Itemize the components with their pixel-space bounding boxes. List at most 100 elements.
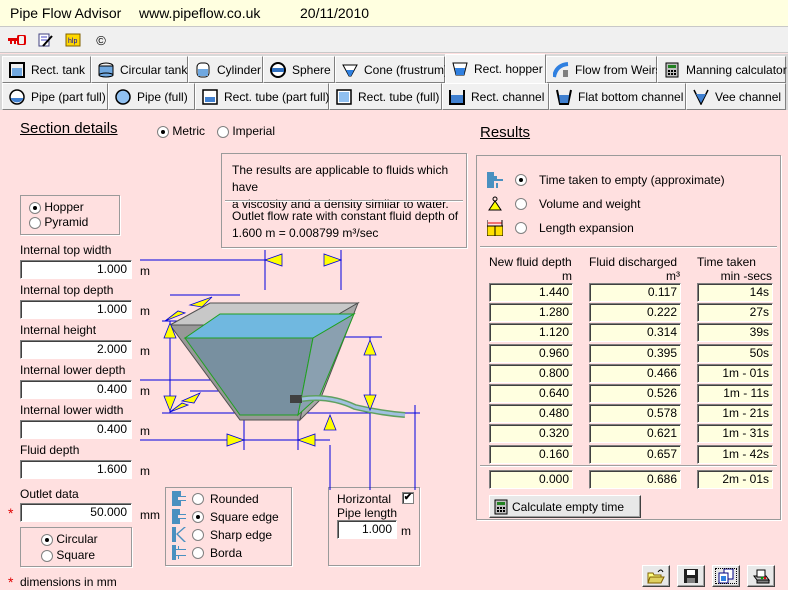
col-header-time-taken: Time taken <box>697 255 756 269</box>
date: 20/11/2010 <box>300 5 370 21</box>
shape-type-group: Hopper Pyramid <box>20 195 120 235</box>
tab-flow-from-weirs[interactable]: Flow from Weirs <box>546 56 661 83</box>
internal-lower-width-input[interactable]: 0.400 <box>20 420 132 439</box>
row-time-taken: 1m - 42s <box>697 444 773 464</box>
mode-volume-weight[interactable]: Volume and weight <box>487 196 640 212</box>
tab-rect-hopper[interactable]: Rect. hopper <box>445 54 546 83</box>
tab-sphere[interactable]: Sphere <box>263 56 335 83</box>
results-title: Results <box>480 124 531 141</box>
pyramid-radio[interactable]: Pyramid <box>29 215 88 229</box>
row-fluid-discharged: 0.395 <box>589 343 681 363</box>
circular-radio-button[interactable] <box>41 533 53 546</box>
circular-tank-icon <box>98 62 114 78</box>
internal-lower-width-label: Internal lower width <box>20 403 124 417</box>
sphere-icon <box>270 61 286 78</box>
outlet-data-label: Outlet data <box>20 487 79 501</box>
tab-vee-channel[interactable]: Vee channel <box>686 83 786 110</box>
footnote-star-icon: * <box>8 574 14 590</box>
borda-option[interactable]: Borda <box>172 545 242 560</box>
row-time-taken: 1m - 31s <box>697 424 773 444</box>
row-fluid-depth: 0.320 <box>489 424 573 444</box>
pipe-length-input[interactable]: 1.000 <box>337 520 397 539</box>
total-fluid-depth: 0.000 <box>489 470 573 489</box>
internal-top-depth-input[interactable]: 1.000 <box>20 300 132 319</box>
tab-cone[interactable]: Cone (frustrum) <box>335 56 448 83</box>
tab-rect-channel[interactable]: Rect. channel <box>442 83 549 110</box>
imperial-radio-button[interactable] <box>217 125 229 138</box>
pyramid-radio-button[interactable] <box>29 216 41 229</box>
hopper-radio-button[interactable] <box>29 201 41 214</box>
shape-tabs: Rect. tank Circular tank Cylinder Sphere… <box>0 54 788 110</box>
imperial-radio[interactable]: Imperial <box>217 124 275 138</box>
tab-manning-calculator[interactable]: Manning calculator <box>657 56 787 83</box>
info-divider <box>225 200 463 202</box>
borda-radio-button[interactable] <box>192 546 204 559</box>
internal-height-label: Internal height <box>20 323 97 337</box>
website[interactable]: www.pipeflow.co.uk <box>139 5 260 21</box>
row-fluid-depth: 0.160 <box>489 444 573 464</box>
tab-cylinder[interactable]: Cylinder <box>188 56 263 83</box>
row-fluid-discharged: 0.578 <box>589 404 681 424</box>
results-divider <box>480 246 777 248</box>
tab-flat-bottom-channel[interactable]: Flat bottom channel <box>549 83 686 110</box>
tab-rect-tube-part-full[interactable]: Rect. tube (part full) <box>195 83 329 110</box>
tab-rect-tank[interactable]: Rect. tank <box>2 56 91 83</box>
required-star-icon: * <box>8 505 14 521</box>
app-name: Pipe Flow Advisor <box>10 5 122 21</box>
col-unit-min-secs: min -secs <box>720 269 772 283</box>
row-fluid-discharged: 0.657 <box>589 444 681 464</box>
length-expansion-radio-button[interactable] <box>515 222 527 234</box>
mode-time-to-empty[interactable]: Time taken to empty (approximate) <box>487 172 725 188</box>
open-button[interactable] <box>642 565 670 587</box>
total-fluid-discharged: 0.686 <box>589 470 681 489</box>
info-line-1: The results are applicable to fluids whi… <box>232 163 449 194</box>
expansion-icon <box>487 220 503 236</box>
time-to-empty-radio-button[interactable] <box>515 174 527 186</box>
sharp-edge-option[interactable]: Sharp edge <box>172 527 272 542</box>
rect-channel-icon <box>449 89 465 105</box>
circular-radio[interactable]: Circular <box>41 532 98 546</box>
hopper-radio[interactable]: Hopper <box>29 200 84 214</box>
help-book-icon[interactable]: hlp <box>64 31 82 49</box>
tab-pipe-full[interactable]: Pipe (full) <box>108 83 195 110</box>
vee-channel-icon <box>693 89 709 106</box>
save-button[interactable] <box>677 565 705 587</box>
metric-radio[interactable]: Metric <box>157 124 205 138</box>
outlet-diameter-input[interactable]: 50.000 <box>20 503 132 522</box>
row-fluid-depth: 0.640 <box>489 384 573 403</box>
rect-tank-icon <box>9 61 25 78</box>
volume-weight-radio-button[interactable] <box>515 198 527 210</box>
square-radio[interactable]: Square <box>41 548 95 562</box>
key-icon[interactable] <box>8 31 26 49</box>
fluid-depth-input[interactable]: 1.600 <box>20 460 132 479</box>
square-edge-option[interactable]: Square edge <box>172 509 279 524</box>
print-icon <box>753 569 770 584</box>
hopper-diagram <box>140 250 420 490</box>
row-fluid-depth: 0.480 <box>489 404 573 424</box>
unit-label: mm <box>140 508 160 522</box>
tab-circular-tank[interactable]: Circular tank <box>91 56 188 83</box>
internal-lower-depth-input[interactable]: 0.400 <box>20 380 132 399</box>
print-button[interactable] <box>747 565 775 587</box>
borda-icon <box>172 545 186 560</box>
metric-radio-button[interactable] <box>157 125 169 138</box>
row-time-taken: 27s <box>697 303 773 323</box>
internal-top-width-input[interactable]: 1.000 <box>20 260 132 279</box>
copyright-icon[interactable]: © <box>92 31 110 49</box>
rect-tube-part-full-icon <box>202 88 218 105</box>
sharp-edge-radio-button[interactable] <box>192 528 204 541</box>
row-fluid-depth: 1.440 <box>489 283 573 302</box>
mode-length-expansion[interactable]: Length expansion <box>487 220 634 236</box>
info-line-3: Outlet flow rate with constant fluid dep… <box>232 209 459 223</box>
row-time-taken: 1m - 11s <box>697 384 773 403</box>
copy-button[interactable] <box>712 565 740 587</box>
row-fluid-discharged: 0.466 <box>589 363 681 383</box>
internal-height-input[interactable]: 2.000 <box>20 340 132 359</box>
outlet-nozzle <box>290 395 302 403</box>
calculate-empty-time-button[interactable]: Calculate empty time <box>489 495 641 518</box>
square-radio-button[interactable] <box>41 549 53 562</box>
square-edge-radio-button[interactable] <box>192 510 204 523</box>
tab-pipe-part-full[interactable]: Pipe (part full) <box>2 83 108 110</box>
notepad-icon[interactable] <box>36 31 54 49</box>
tab-rect-tube-full[interactable]: Rect. tube (full) <box>329 83 442 110</box>
